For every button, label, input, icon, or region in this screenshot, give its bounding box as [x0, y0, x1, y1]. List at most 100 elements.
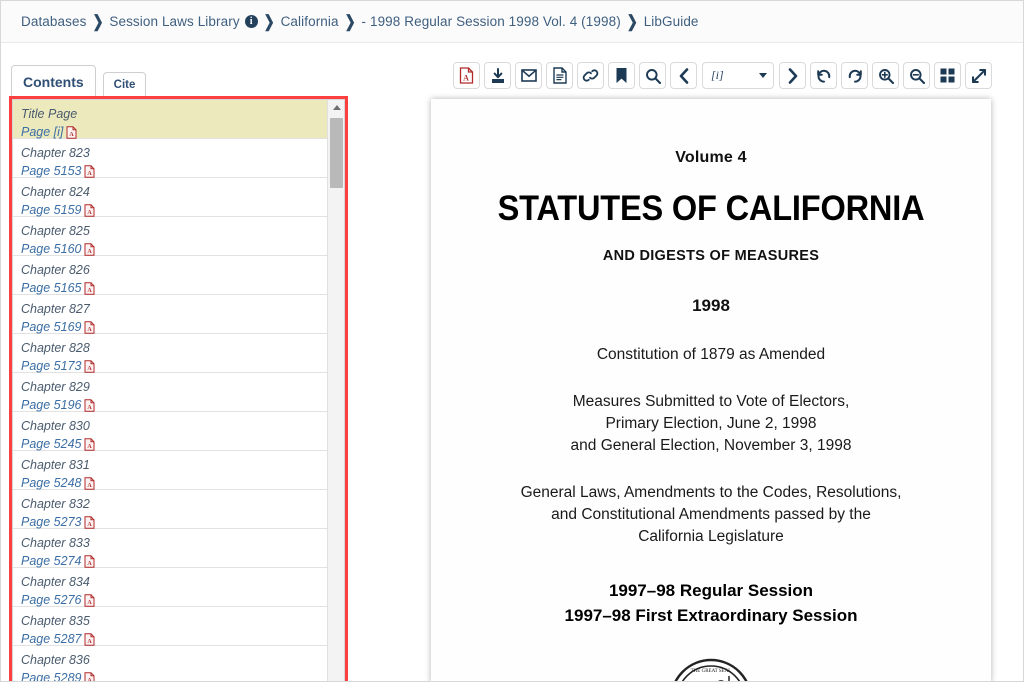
pdf-file-icon: A: [84, 281, 95, 295]
toc-item[interactable]: Title Page Page [i] A: [13, 100, 327, 139]
toc-item-page-link[interactable]: Page 5274: [21, 554, 81, 568]
toc-item-page-link[interactable]: Page 5196: [21, 398, 81, 412]
scroll-up-arrow-icon[interactable]: [328, 100, 344, 115]
toc-item-page-link[interactable]: Page 5160: [21, 242, 81, 256]
previous-page-icon[interactable]: [670, 62, 697, 89]
email-icon[interactable]: [515, 62, 542, 89]
toc-item-page-link[interactable]: Page 5289: [21, 671, 81, 682]
toc-item-page-link[interactable]: Page 5287: [21, 632, 81, 646]
fullscreen-icon[interactable]: [965, 62, 992, 89]
breadcrumb: Databases ❯ Session Laws Library i ❯ Cal…: [1, 1, 1023, 43]
zoom-out-icon[interactable]: [903, 62, 930, 89]
table-of-contents-list[interactable]: Title Page Page [i] A Chapter 823 Page 5153 A…: [13, 100, 327, 682]
page-selector[interactable]: [i]: [702, 62, 774, 89]
breadcrumb-item-california[interactable]: California: [281, 14, 339, 29]
pdf-file-icon: A: [84, 476, 95, 490]
svg-text:A: A: [88, 522, 93, 528]
svg-text:A: A: [88, 171, 93, 177]
app-window: Databases ❯ Session Laws Library i ❯ Cal…: [0, 0, 1024, 682]
pdf-file-icon: A: [84, 632, 95, 646]
document-icon[interactable]: [546, 62, 573, 89]
document-laws-line-2: and Constitutional Amendments passed by …: [551, 506, 871, 523]
toc-item-page-link[interactable]: Page 5248: [21, 476, 81, 490]
page-selector-value: [i]: [711, 68, 724, 82]
toc-item[interactable]: Chapter 826 Page 5165 A: [13, 256, 327, 295]
toc-item[interactable]: Chapter 823 Page 5153 A: [13, 139, 327, 178]
search-icon[interactable]: [639, 62, 666, 89]
svg-text:A: A: [88, 327, 93, 333]
next-page-icon[interactable]: [779, 62, 806, 89]
svg-text:A: A: [88, 249, 93, 255]
toc-item[interactable]: Chapter 827 Page 5169 A: [13, 295, 327, 334]
pdf-file-icon: A: [84, 203, 95, 217]
svg-text:A: A: [463, 74, 469, 83]
pdf-file-icon: A: [84, 593, 95, 607]
document-volume: Volume 4: [675, 149, 747, 166]
toc-item-title: Title Page: [21, 107, 78, 121]
toc-item[interactable]: Chapter 834 Page 5276 A: [13, 568, 327, 607]
tab-cite[interactable]: Cite: [102, 71, 147, 99]
document-subtitle: AND DIGESTS OF MEASURES: [602, 248, 820, 264]
toc-item[interactable]: Chapter 829 Page 5196 A: [13, 373, 327, 412]
document-measures-line-2: Primary Election, June 2, 1998: [605, 415, 817, 432]
toc-item[interactable]: Chapter 828 Page 5173 A: [13, 334, 327, 373]
toc-item-page-link[interactable]: Page 5276: [21, 593, 81, 607]
download-icon[interactable]: [484, 62, 511, 89]
toc-scrollbar[interactable]: [327, 100, 344, 681]
toc-item[interactable]: Chapter 832 Page 5273 A: [13, 490, 327, 529]
toc-item[interactable]: Chapter 824 Page 5159 A: [13, 178, 327, 217]
breadcrumb-separator-icon: ❯: [626, 11, 638, 31]
pdf-viewer: A [i] Volume 4 STATUTES OF CALIFORNIA AN…: [361, 43, 1023, 681]
scrollbar-thumb[interactable]: [330, 118, 343, 188]
breadcrumb-item-databases[interactable]: Databases: [21, 14, 86, 29]
toc-item-title: Chapter 836: [21, 653, 90, 667]
toc-item-page-link[interactable]: Page [i]: [21, 125, 63, 139]
toc-item[interactable]: Chapter 833 Page 5274 A: [13, 529, 327, 568]
toc-item-title: Chapter 832: [21, 497, 90, 511]
document-laws-line-1: General Laws, Amendments to the Codes, R…: [520, 484, 902, 501]
toc-item[interactable]: Chapter 825 Page 5160 A: [13, 217, 327, 256]
thumbnails-icon[interactable]: [934, 62, 961, 89]
pdf-page[interactable]: Volume 4 STATUTES OF CALIFORNIA AND DIGE…: [431, 99, 991, 681]
document-measures-line-3: and General Election, November 3, 1998: [570, 437, 852, 454]
breadcrumb-item-libguide[interactable]: LibGuide: [644, 14, 699, 29]
toc-item-page-link[interactable]: Page 5245: [21, 437, 81, 451]
document-laws-block: General Laws, Amendments to the Codes, R…: [431, 482, 991, 548]
link-icon[interactable]: [577, 62, 604, 89]
tab-contents[interactable]: Contents: [11, 65, 96, 99]
pdf-file-icon: A: [84, 515, 95, 529]
toc-item[interactable]: Chapter 835 Page 5287 A: [13, 607, 327, 646]
info-icon[interactable]: i: [244, 15, 258, 28]
toc-item-page-link[interactable]: Page 5169: [21, 320, 81, 334]
svg-text:THE GREAT SEAL: THE GREAT SEAL: [691, 669, 732, 674]
pdf-file-icon: A: [84, 164, 95, 178]
toc-item-page-link[interactable]: Page 5153: [21, 164, 81, 178]
left-pane: Contents Cite Title Page Page [i] A Chapter…: [1, 43, 361, 682]
toc-item[interactable]: Chapter 830 Page 5245 A: [13, 412, 327, 451]
rotate-right-icon[interactable]: [841, 62, 868, 89]
document-measures-block: Measures Submitted to Vote of Electors, …: [431, 391, 991, 457]
document-constitution-line: Constitution of 1879 as Amended: [596, 346, 826, 363]
toc-item-title: Chapter 824: [21, 185, 90, 199]
toc-item-page-link[interactable]: Page 5273: [21, 515, 81, 529]
breadcrumb-item-session-laws-library[interactable]: Session Laws Library: [109, 14, 239, 29]
document-year: 1998: [692, 296, 730, 315]
pdf-icon[interactable]: A: [453, 62, 480, 89]
rotate-left-icon[interactable]: [810, 62, 837, 89]
zoom-in-icon[interactable]: [872, 62, 899, 89]
pdf-file-icon: A: [84, 320, 95, 334]
toc-item[interactable]: Chapter 836 Page 5289 A: [13, 646, 327, 682]
toc-item-page-link[interactable]: Page 5173: [21, 359, 81, 373]
svg-text:A: A: [88, 600, 93, 606]
toc-item-page-link[interactable]: Page 5165: [21, 281, 81, 295]
bookmark-icon[interactable]: [608, 62, 635, 89]
pdf-file-icon: A: [84, 437, 95, 451]
document-session-line-2: 1997–98 First Extraordinary Session: [564, 605, 858, 625]
breadcrumb-item-session-volume[interactable]: - 1998 Regular Session 1998 Vol. 4 (1998…: [362, 14, 621, 29]
toc-item-title: Chapter 826: [21, 263, 90, 277]
svg-text:A: A: [88, 483, 93, 489]
toc-item-page-link[interactable]: Page 5159: [21, 203, 81, 217]
svg-text:A: A: [88, 678, 93, 682]
toc-item[interactable]: Chapter 831 Page 5248 A: [13, 451, 327, 490]
toc-item-title: Chapter 829: [21, 380, 90, 394]
